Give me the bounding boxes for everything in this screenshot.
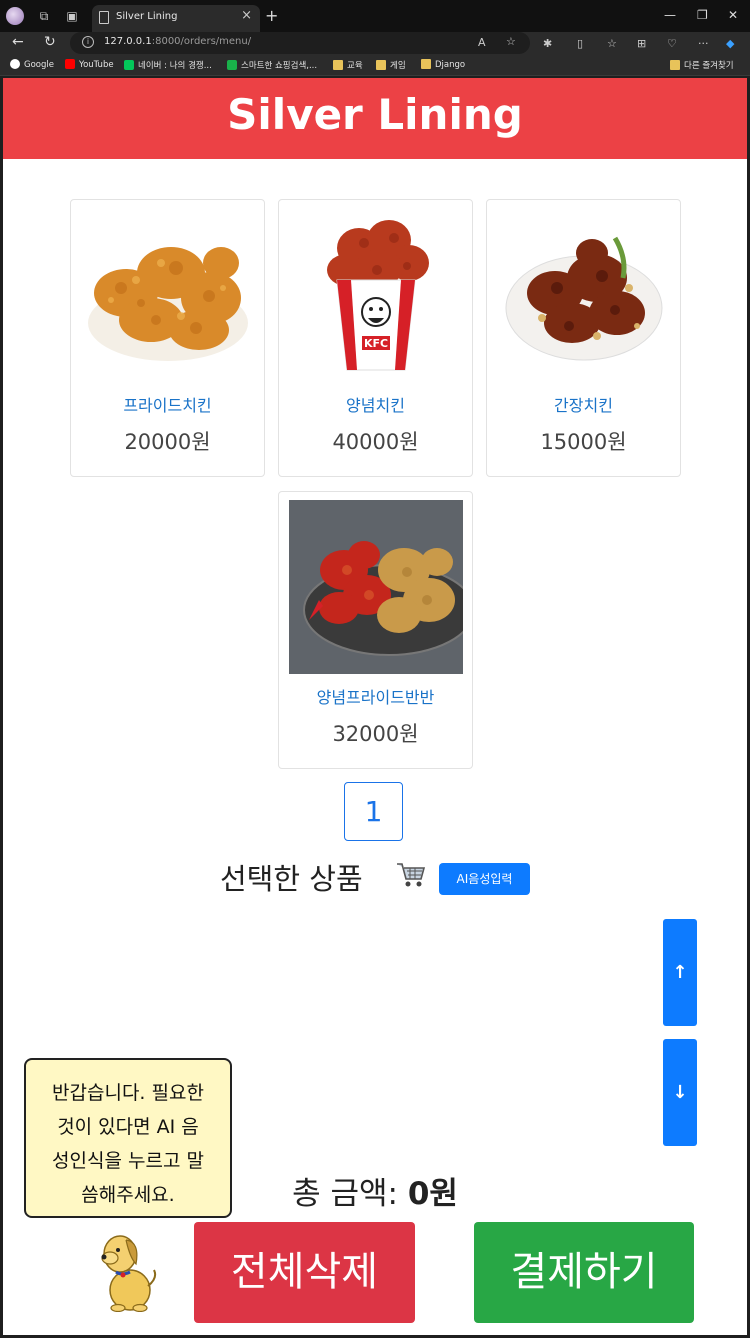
site-header: Silver Lining	[3, 78, 747, 159]
total-value: 0원	[407, 1176, 458, 1212]
new-tab-icon[interactable]: +	[265, 6, 278, 25]
favorite-star-icon[interactable]: ☆	[506, 35, 516, 48]
delete-all-button[interactable]: 전체삭제	[194, 1222, 415, 1323]
half-half-chicken-image	[289, 500, 463, 674]
back-icon[interactable]: ←	[12, 34, 24, 50]
menu-card[interactable]: 간장치킨 15000원	[486, 199, 681, 477]
selected-items-title: 선택한 상품	[220, 862, 363, 896]
assistant-message-line: 반갑습니다. 필요한	[52, 1082, 204, 1104]
active-tab[interactable]: Silver Lining ×	[92, 5, 260, 32]
bookmark-folder-games[interactable]: 게임	[376, 59, 406, 71]
workspaces-icon[interactable]: ⧉	[36, 8, 52, 24]
soy-chicken-image	[505, 236, 663, 361]
ai-voice-input-button[interactable]: AI음성입력	[439, 863, 530, 895]
address-bar-row: ← ↻ i 127.0.0.1:8000/orders/menu/ A ☆ ✱ …	[0, 32, 750, 56]
minimize-icon[interactable]: —	[664, 8, 676, 22]
split-screen-icon[interactable]: ▯	[577, 37, 583, 50]
page-number-button[interactable]: 1	[344, 782, 403, 841]
extensions-icon[interactable]: ✱	[543, 37, 552, 50]
folder-icon	[670, 60, 680, 70]
scroll-down-button[interactable]: ↓	[663, 1039, 697, 1146]
arrow-down-icon: ↓	[672, 1082, 688, 1103]
profile-avatar[interactable]	[6, 7, 24, 25]
danawa-icon	[227, 60, 237, 70]
youtube-icon	[65, 59, 75, 69]
tab-strip: ⧉ ▣ Silver Lining × + — ❐ ✕	[0, 0, 750, 32]
page-content: Silver Lining 프라이드치킨 20000원 KFC 양념치킨 400…	[3, 78, 747, 1335]
read-aloud-icon[interactable]: A	[478, 36, 486, 49]
close-tab-icon[interactable]: ×	[241, 8, 252, 23]
more-menu-icon[interactable]: ···	[698, 37, 709, 50]
favorites-icon[interactable]: ☆	[607, 37, 617, 50]
naver-icon	[124, 60, 134, 70]
dog-mascot-icon	[101, 1235, 157, 1312]
other-bookmarks[interactable]: 다른 즐겨찾기	[670, 59, 734, 71]
refresh-icon[interactable]: ↻	[44, 34, 56, 50]
menu-item-price: 15000원	[540, 430, 627, 454]
bookmark-folder-education[interactable]: 교육	[333, 59, 363, 71]
menu-item-price: 32000원	[332, 722, 419, 746]
restore-icon[interactable]: ❐	[697, 8, 708, 22]
fried-chicken-image	[88, 247, 248, 361]
menu-card[interactable]: KFC 양념치킨 40000원	[278, 199, 473, 477]
collections-icon[interactable]: ⊞	[637, 37, 646, 50]
bookmark-naver[interactable]: 네이버 : 나의 경쟁...	[124, 59, 212, 71]
menu-item-name[interactable]: 양념치킨	[279, 392, 472, 416]
site-info-icon[interactable]: i	[82, 36, 94, 48]
shopping-cart-icon	[397, 863, 426, 887]
menu-card[interactable]: 프라이드치킨 20000원	[70, 199, 265, 477]
arrow-up-icon: ↑	[672, 962, 688, 983]
total-label: 총 금액:	[292, 1176, 398, 1212]
menu-item-name[interactable]: 프라이드치킨	[71, 392, 264, 416]
browser-essentials-icon[interactable]: ♡	[667, 37, 677, 50]
copilot-icon[interactable]: ◆	[726, 37, 734, 50]
assistant-message-line: 것이 있다면 AI 음	[57, 1116, 199, 1138]
tab-title: Silver Lining	[116, 11, 178, 22]
folder-icon	[421, 59, 431, 69]
menu-item-name[interactable]: 양념프라이드반반	[279, 684, 472, 708]
svg-text:KFC: KFC	[364, 337, 388, 350]
scroll-up-button[interactable]: ↑	[663, 919, 697, 1026]
site-title: Silver Lining	[227, 90, 523, 139]
page-icon	[99, 11, 109, 24]
bookmark-youtube[interactable]: YouTube	[65, 59, 114, 70]
menu-item-name[interactable]: 간장치킨	[487, 392, 680, 416]
total-amount: 총 금액: 0원	[3, 1168, 747, 1213]
tab-actions-icon[interactable]: ▣	[64, 8, 80, 24]
seasoned-chicken-image: KFC	[327, 220, 429, 371]
bookmarks-bar: Google YouTube 네이버 : 나의 경쟁... 스마트한 쇼핑검색,…	[0, 56, 750, 76]
folder-icon	[376, 60, 386, 70]
browser-window: ⧉ ▣ Silver Lining × + — ❐ ✕ ← ↻ i 127.0.…	[0, 0, 750, 1338]
url-bar[interactable]: i 127.0.0.1:8000/orders/menu/ A ☆	[70, 32, 530, 54]
google-icon	[10, 59, 20, 69]
bookmark-shopping[interactable]: 스마트한 쇼핑검색,...	[227, 59, 317, 71]
menu-item-price: 20000원	[124, 430, 211, 454]
menu-item-price: 40000원	[332, 430, 419, 454]
close-window-icon[interactable]: ✕	[728, 8, 738, 22]
checkout-button[interactable]: 결제하기	[474, 1222, 694, 1323]
bookmark-google[interactable]: Google	[10, 59, 54, 70]
menu-card[interactable]: 양념프라이드반반 32000원	[278, 491, 473, 769]
folder-icon	[333, 60, 343, 70]
bookmark-folder-django[interactable]: Django	[421, 59, 465, 70]
url-text: 127.0.0.1:8000/orders/menu/	[104, 36, 252, 47]
